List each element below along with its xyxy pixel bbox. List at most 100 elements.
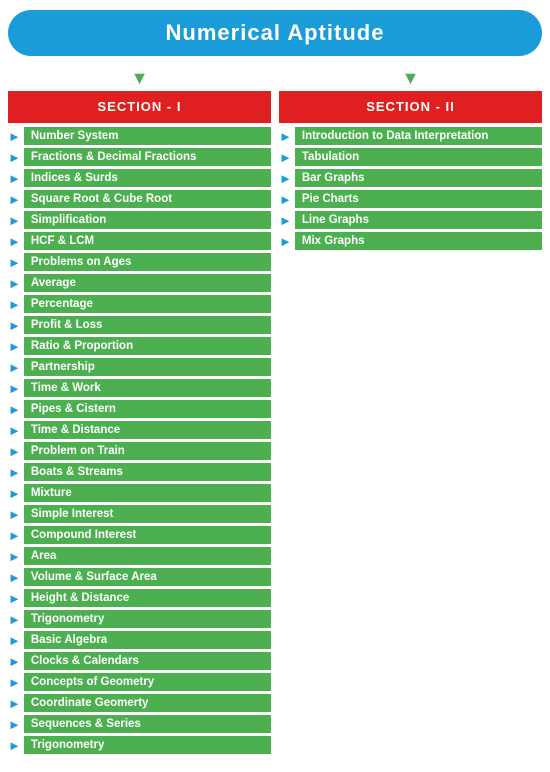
item-label: Square Root & Cube Root	[24, 190, 271, 208]
list-item[interactable]: ► Average	[8, 274, 271, 292]
arrow-icon: ►	[8, 549, 21, 564]
list-item[interactable]: ► Boats & Streams	[8, 463, 271, 481]
list-item[interactable]: ► Mix Graphs	[279, 232, 542, 250]
arrow-icon: ►	[8, 318, 21, 333]
arrow-icon: ►	[279, 129, 292, 144]
list-item[interactable]: ► Fractions & Decimal Fractions	[8, 148, 271, 166]
list-item[interactable]: ► Clocks & Calendars	[8, 652, 271, 670]
list-item[interactable]: ► Partnership	[8, 358, 271, 376]
arrow-icon: ►	[8, 528, 21, 543]
arrow-icon: ►	[8, 507, 21, 522]
arrow-icon: ►	[279, 150, 292, 165]
item-label: Pipes & Cistern	[24, 400, 271, 418]
section2-arrow: ▼	[279, 68, 542, 89]
item-label: Height & Distance	[24, 589, 271, 607]
arrow-icon: ►	[8, 465, 21, 480]
item-label: Coordinate Geomerty	[24, 694, 271, 712]
item-label: Average	[24, 274, 271, 292]
arrow-icon: ►	[8, 339, 21, 354]
item-label: Boats & Streams	[24, 463, 271, 481]
arrow-icon: ►	[279, 171, 292, 186]
list-item[interactable]: ► Problem on Train	[8, 442, 271, 460]
arrow-icon: ►	[8, 255, 21, 270]
item-label: Concepts of Geometry	[24, 673, 271, 691]
section2-items: ► Introduction to Data Interpretation ► …	[279, 127, 542, 253]
list-item[interactable]: ► Volume & Surface Area	[8, 568, 271, 586]
list-item[interactable]: ► Problems on Ages	[8, 253, 271, 271]
arrow-icon: ►	[8, 381, 21, 396]
list-item[interactable]: ► Square Root & Cube Root	[8, 190, 271, 208]
arrow-icon: ►	[8, 696, 21, 711]
arrow-icon: ►	[8, 633, 21, 648]
item-label: Simple Interest	[24, 505, 271, 523]
list-item[interactable]: ► Basic Algebra	[8, 631, 271, 649]
item-label: Area	[24, 547, 271, 565]
arrow-icon: ►	[8, 612, 21, 627]
arrow-icon: ►	[8, 360, 21, 375]
item-label: Problems on Ages	[24, 253, 271, 271]
list-item[interactable]: ► Introduction to Data Interpretation	[279, 127, 542, 145]
list-item[interactable]: ► Simplification	[8, 211, 271, 229]
item-label: Time & Work	[24, 379, 271, 397]
list-item[interactable]: ► Concepts of Geometry	[8, 673, 271, 691]
list-item[interactable]: ► Indices & Surds	[8, 169, 271, 187]
list-item[interactable]: ► Pipes & Cistern	[8, 400, 271, 418]
arrow-icon: ►	[8, 213, 21, 228]
title-bar: Numerical Aptitude	[8, 10, 542, 56]
arrow-icon: ►	[8, 675, 21, 690]
item-label: Indices & Surds	[24, 169, 271, 187]
arrow-icon: ►	[8, 192, 21, 207]
item-label: Number System	[24, 127, 271, 145]
item-label: Mixture	[24, 484, 271, 502]
list-item[interactable]: ► Number System	[8, 127, 271, 145]
arrow-icon: ►	[8, 591, 21, 606]
section1-header: SECTION - I	[8, 91, 271, 123]
list-item[interactable]: ► Mixture	[8, 484, 271, 502]
list-item[interactable]: ► Percentage	[8, 295, 271, 313]
list-item[interactable]: ► Compound Interest	[8, 526, 271, 544]
item-label: Partnership	[24, 358, 271, 376]
section2-header: SECTION - II	[279, 91, 542, 123]
list-item[interactable]: ► Trigonometry	[8, 736, 271, 754]
arrow-icon: ►	[8, 570, 21, 585]
list-item[interactable]: ► Time & Work	[8, 379, 271, 397]
arrow-icon: ►	[8, 234, 21, 249]
arrow-icon: ►	[8, 297, 21, 312]
item-label: Trigonometry	[24, 610, 271, 628]
item-label: Mix Graphs	[295, 232, 542, 250]
arrow-icon: ►	[8, 150, 21, 165]
arrow-icon: ►	[8, 171, 21, 186]
list-item[interactable]: ► Pie Charts	[279, 190, 542, 208]
page-title: Numerical Aptitude	[166, 20, 385, 45]
arrow-icon: ►	[279, 192, 292, 207]
section1-arrow: ▼	[8, 68, 271, 89]
item-label: Clocks & Calendars	[24, 652, 271, 670]
list-item[interactable]: ► Time & Distance	[8, 421, 271, 439]
list-item[interactable]: ► Tabulation	[279, 148, 542, 166]
section-1: ▼ SECTION - I ► Number System ► Fraction…	[8, 68, 271, 757]
item-label: Problem on Train	[24, 442, 271, 460]
list-item[interactable]: ► Line Graphs	[279, 211, 542, 229]
list-item[interactable]: ► Simple Interest	[8, 505, 271, 523]
list-item[interactable]: ► HCF & LCM	[8, 232, 271, 250]
list-item[interactable]: ► Coordinate Geomerty	[8, 694, 271, 712]
arrow-icon: ►	[8, 738, 21, 753]
section-2: ▼ SECTION - II ► Introduction to Data In…	[279, 68, 542, 253]
arrow-icon: ►	[8, 423, 21, 438]
list-item[interactable]: ► Bar Graphs	[279, 169, 542, 187]
item-label: Tabulation	[295, 148, 542, 166]
arrow-icon: ►	[8, 129, 21, 144]
arrow-icon: ►	[8, 654, 21, 669]
item-label: Sequences & Series	[24, 715, 271, 733]
list-item[interactable]: ► Ratio & Proportion	[8, 337, 271, 355]
item-label: Percentage	[24, 295, 271, 313]
item-label: Bar Graphs	[295, 169, 542, 187]
section1-items: ► Number System ► Fractions & Decimal Fr…	[8, 127, 271, 757]
list-item[interactable]: ► Area	[8, 547, 271, 565]
arrow-icon: ►	[8, 402, 21, 417]
list-item[interactable]: ► Sequences & Series	[8, 715, 271, 733]
item-label: Line Graphs	[295, 211, 542, 229]
list-item[interactable]: ► Height & Distance	[8, 589, 271, 607]
list-item[interactable]: ► Trigonometry	[8, 610, 271, 628]
list-item[interactable]: ► Profit & Loss	[8, 316, 271, 334]
